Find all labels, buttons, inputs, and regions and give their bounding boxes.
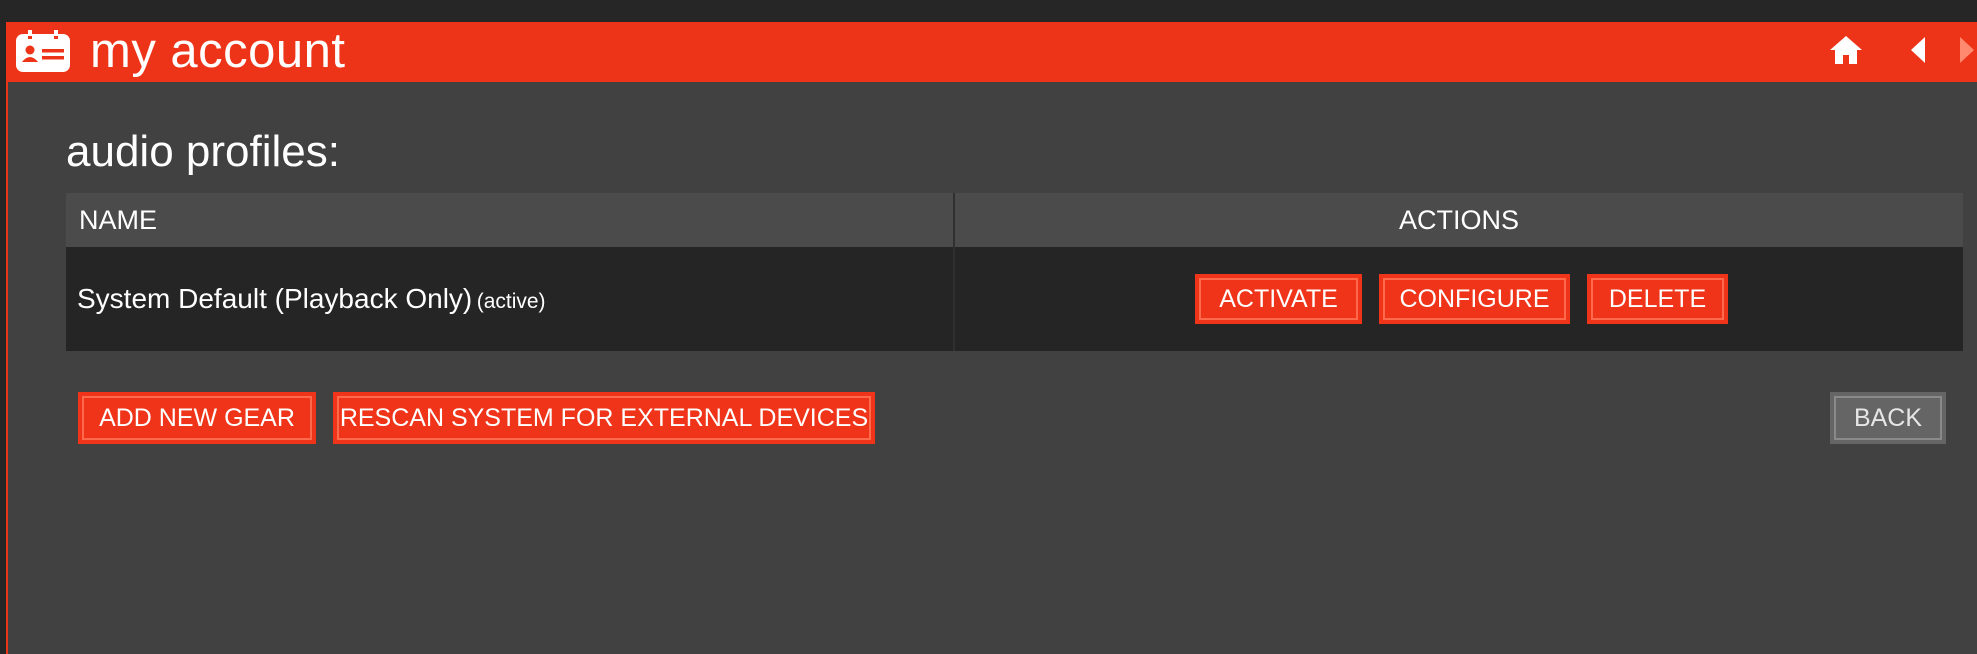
column-header-actions: ACTIONS [955, 193, 1963, 247]
window-top-strip [0, 0, 1977, 22]
id-card-icon [15, 30, 71, 73]
add-new-gear-button[interactable]: ADD NEW GEAR [78, 392, 316, 444]
home-icon [1828, 34, 1864, 71]
section-title: audio profiles: [66, 127, 340, 176]
back-nav-button[interactable] [1904, 32, 1932, 72]
page-title: my account [90, 24, 346, 78]
table-row: System Default (Playback Only) (active) [66, 247, 953, 351]
back-button[interactable]: BACK [1830, 392, 1946, 444]
home-button[interactable] [1826, 32, 1866, 72]
column-header-name: NAME [66, 193, 953, 247]
header-bar: my account [6, 22, 1977, 82]
chevron-right-icon [1958, 36, 1976, 69]
active-status: (active) [476, 290, 546, 313]
configure-button[interactable]: CONFIGURE [1379, 274, 1570, 324]
activate-button[interactable]: ACTIVATE [1195, 274, 1362, 324]
forward-nav-button[interactable] [1956, 32, 1977, 72]
table-row-actions: ACTIVATE CONFIGURE DELETE [955, 247, 1963, 351]
main-content: audio profiles: NAME ACTIONS System Defa… [8, 82, 1977, 654]
chevron-left-icon [1909, 36, 1927, 69]
profile-name: System Default (Playback Only) [77, 283, 473, 314]
rescan-devices-button[interactable]: RESCAN SYSTEM FOR EXTERNAL DEVICES [333, 392, 875, 444]
column-divider [953, 193, 955, 351]
delete-button[interactable]: DELETE [1587, 274, 1728, 324]
